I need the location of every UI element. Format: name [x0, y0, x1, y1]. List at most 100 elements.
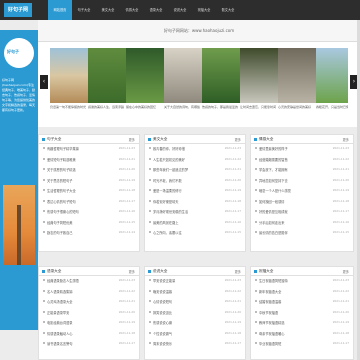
list-item-title[interactable]: 那些年我们一起追过的梦: [153, 167, 219, 172]
list-item[interactable]: 致青春的你，好好珍惜 2021-11-23: [145, 144, 245, 155]
list-item[interactable]: 分手后如何走出来 2021-11-16: [251, 218, 353, 229]
list-item[interactable]: 早安说说正能量 2021-11-23: [145, 276, 245, 287]
gallery-image[interactable]: [316, 48, 348, 103]
nav-item-prose[interactable]: 散文大全: [216, 0, 240, 20]
list-item[interactable]: 心之所向，素履以往 2021-11-15: [145, 228, 245, 239]
list-item-title[interactable]: 最美的风景在路上: [153, 220, 219, 225]
gallery-caption[interactable]: 伤感的句子，那是我最爱的: [202, 105, 240, 109]
list-item-title[interactable]: 关于感恩的句子精选: [47, 167, 113, 172]
list-item-title[interactable]: 你若安好便是晴天: [153, 199, 219, 204]
list-item[interactable]: 关于感恩的句子精选 2021-11-20: [39, 165, 139, 176]
list-item-title[interactable]: 好的爱情是互相成就: [259, 209, 325, 214]
list-item[interactable]: 伤感说说心痛 2021-11-19: [145, 318, 245, 329]
list-item-title[interactable]: 心之所向，素履以往: [153, 230, 219, 235]
gallery-caption[interactable]: 留在心中的美好的回忆: [126, 105, 164, 109]
list-item-title[interactable]: 爱情里最美好的样子: [259, 146, 325, 151]
list-item-title[interactable]: 时光不老，我们不散: [153, 178, 219, 183]
list-item[interactable]: 你若安好便是晴天 2021-11-18: [145, 197, 245, 208]
nav-item-posts[interactable]: 说说大全: [168, 0, 192, 20]
list-item-title[interactable]: 伤感说说心痛: [153, 320, 219, 325]
list-item[interactable]: 异地恋如何坚持下去 2021-11-20: [251, 176, 353, 187]
list-item-title[interactable]: 励志的句子致自己: [47, 230, 113, 235]
list-item[interactable]: 个性说说霸气 2021-11-18: [145, 329, 245, 340]
list-item-title[interactable]: 心灵鸡汤语录大全: [47, 299, 113, 304]
list-item-title[interactable]: 教师节祝福语精选: [259, 320, 325, 325]
list-item-title[interactable]: 晚安说说温馨: [153, 289, 219, 294]
list-item[interactable]: 有趣哲理句子精华集锦 2021-11-23: [39, 144, 139, 155]
list-item[interactable]: 教师节祝福语精选 2021-11-19: [251, 318, 353, 329]
list-item[interactable]: 时光不老，我们不散 2021-11-20: [145, 176, 245, 187]
gallery-caption[interactable]: 感谢的美好人生，远离浮躁: [88, 105, 126, 109]
list-item[interactable]: 如何挽回一段感情 2021-11-18: [251, 197, 353, 208]
list-item[interactable]: 学会放下，才能拥有 2021-11-21: [251, 165, 353, 176]
list-item[interactable]: 最长情的告白是陪伴 2021-11-15: [251, 228, 353, 239]
list-item[interactable]: 搞笑说说逗比 2021-11-20: [145, 308, 245, 319]
list-item-title[interactable]: 经营婚姻需要的智慧: [259, 157, 325, 162]
list-item-title[interactable]: 周末说说快乐: [153, 341, 219, 346]
list-item-title[interactable]: 经典语录励志人生感悟: [47, 278, 113, 283]
more-link[interactable]: 更多: [235, 137, 241, 142]
list-item[interactable]: 岁月静好现世安稳的生活 2021-11-17: [145, 207, 245, 218]
gallery-image[interactable]: [126, 48, 164, 103]
site-logo[interactable]: 好句子网: [4, 3, 32, 17]
list-item[interactable]: 心灵鸡汤语录大全 2021-11-21: [39, 297, 139, 308]
list-item[interactable]: 情感语录触动人心 2021-11-18: [39, 329, 139, 340]
list-item-title[interactable]: 分手后如何走出来: [259, 220, 325, 225]
list-item[interactable]: 周末说说快乐 2021-11-17: [145, 339, 245, 350]
list-item-title[interactable]: 电影经典台词语录: [47, 320, 113, 325]
list-item-title[interactable]: 搞笑说说逗比: [153, 310, 219, 315]
gallery-caption[interactable]: 仍旧第一句不能停留的时光: [50, 105, 88, 109]
list-item-title[interactable]: 异地恋如何坚持下去: [259, 178, 325, 183]
list-item[interactable]: 母亲节祝福语暖心 2021-11-18: [251, 329, 353, 340]
list-item[interactable]: 经典句子简短优美 2021-11-15: [39, 218, 139, 229]
more-link[interactable]: 更多: [235, 269, 241, 274]
list-item[interactable]: 励志的句子致自己 2021-11-14: [39, 228, 139, 239]
list-item-title[interactable]: 母亲节祝福语暖心: [259, 331, 325, 336]
nav-item-sentences[interactable]: 句子大全: [72, 0, 96, 20]
list-item[interactable]: 中秋节祝福语 2021-11-20: [251, 308, 353, 319]
list-item-title[interactable]: 经典句子简短优美: [47, 220, 113, 225]
list-item[interactable]: 晚安说说温馨 2021-11-22: [145, 287, 245, 298]
list-item-title[interactable]: 读书语录名言警句: [47, 341, 113, 346]
list-item[interactable]: 爱情里最美好的样子 2021-11-23: [251, 144, 353, 155]
gallery-caption[interactable]: 关于大自然的诗句，有哪些: [164, 105, 202, 109]
list-item-title[interactable]: 中秋节祝福语: [259, 310, 325, 315]
list-item-title[interactable]: 有趣哲理句子精华集锦: [47, 146, 113, 151]
list-item[interactable]: 毕业祝福语简短 2021-11-17: [251, 339, 353, 350]
list-item[interactable]: 经营婚姻需要的智慧 2021-11-22: [251, 155, 353, 166]
list-item-title[interactable]: 早安说说正能量: [153, 278, 219, 283]
list-item-title[interactable]: 学会放下，才能拥有: [259, 167, 325, 172]
list-item-title[interactable]: 爱情短句子精选唯美: [47, 157, 113, 162]
list-item-title[interactable]: 致青春的你，好好珍惜: [153, 146, 219, 151]
gallery-caption[interactable]: 让时间去遗忘，只能靠时间: [240, 105, 278, 109]
list-item[interactable]: 经典语录励志人生感悟 2021-11-23: [39, 276, 139, 287]
nav-item-quotes[interactable]: 语录大全: [144, 0, 168, 20]
list-item[interactable]: 最美的风景在路上 2021-11-16: [145, 218, 245, 229]
list-item[interactable]: 正能量语录早安 2021-11-20: [39, 308, 139, 319]
list-item[interactable]: 爱情短句子精选唯美 2021-11-21: [39, 155, 139, 166]
list-item-title[interactable]: 正能量语录早安: [47, 310, 113, 315]
gallery-image[interactable]: [240, 48, 278, 103]
list-item-title[interactable]: 心情说说短句: [153, 299, 219, 304]
list-item-title[interactable]: 生日祝福语简短独特: [259, 278, 325, 283]
more-link[interactable]: 更多: [129, 137, 135, 142]
list-item-title[interactable]: 生活哲理的句子大全: [47, 188, 113, 193]
gallery-image[interactable]: [50, 48, 88, 103]
list-item[interactable]: 暗恋一个人是什么感觉 2021-11-19: [251, 186, 353, 197]
list-item[interactable]: 生活哲理的句子大全 2021-11-18: [39, 186, 139, 197]
gallery-caption[interactable]: 春暖花开，只是当时已惘然: [316, 105, 348, 109]
gallery-image[interactable]: [278, 48, 316, 103]
list-item-title[interactable]: 个性说说霸气: [153, 331, 219, 336]
list-item-title[interactable]: 毕业祝福语简短: [259, 341, 325, 346]
gallery-image[interactable]: [202, 48, 240, 103]
gallery-image[interactable]: [164, 48, 202, 103]
list-item-title[interactable]: 最长情的告白是陪伴: [259, 230, 325, 235]
list-item[interactable]: 读书语录名言警句 2021-11-17: [39, 339, 139, 350]
list-item-title[interactable]: 岁月静好现世安稳的生活: [153, 209, 219, 214]
list-item[interactable]: 那些年我们一起追过的梦 2021-11-21: [145, 165, 245, 176]
list-item-title[interactable]: 伤感句子很痛心的短句: [47, 209, 113, 214]
list-item[interactable]: 电影经典台词语录 2021-11-19: [39, 318, 139, 329]
list-item[interactable]: 人生若只如初见的美好 2021-11-22: [145, 155, 245, 166]
more-link[interactable]: 更多: [343, 269, 349, 274]
list-item-title[interactable]: 爱是一场温柔的修行: [153, 188, 219, 193]
